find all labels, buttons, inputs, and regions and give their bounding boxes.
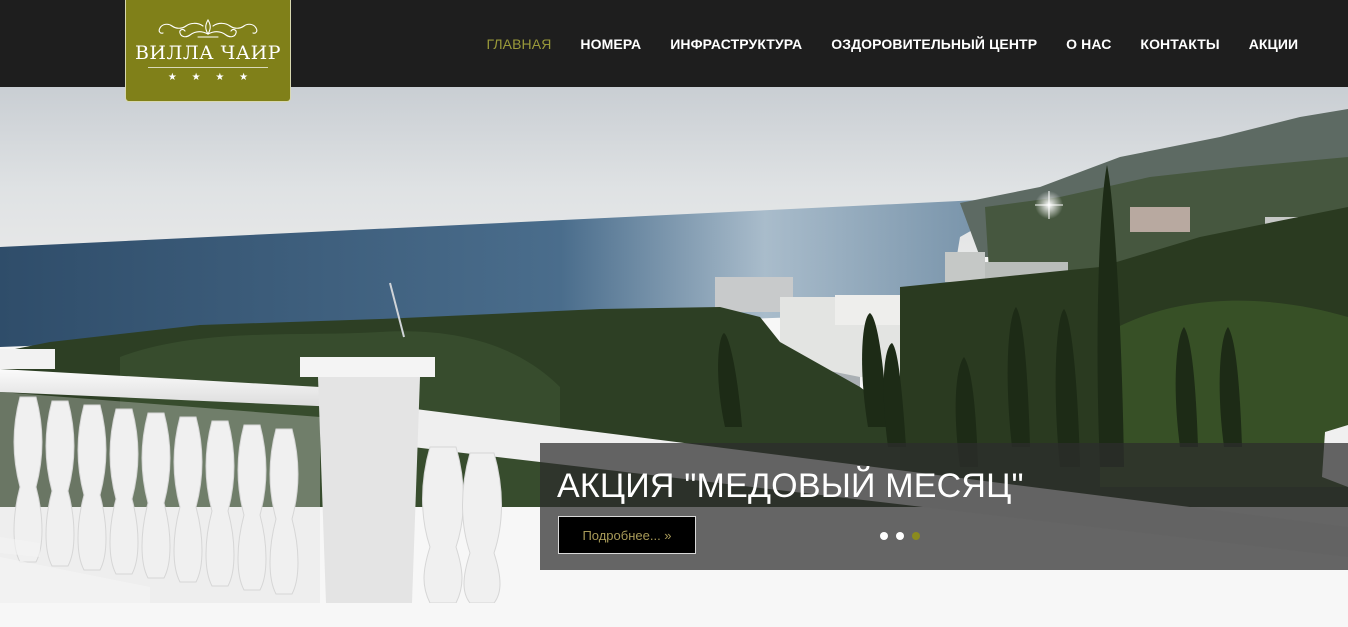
hero-slider: АКЦИЯ "МЕДОВЫЙ МЕСЯЦ" Подробнее... » bbox=[0, 87, 1348, 603]
nav-item-home[interactable]: ГЛАВНАЯ bbox=[472, 36, 566, 52]
slide-dot-2[interactable] bbox=[896, 532, 904, 540]
nav-item-about[interactable]: О НАС bbox=[1052, 36, 1126, 52]
slide-title: АКЦИЯ "МЕДОВЫЙ МЕСЯЦ" bbox=[557, 467, 1024, 505]
site-logo[interactable]: ВИЛЛА ЧАИР ★ ★ ★ ★ bbox=[125, 0, 291, 102]
logo-text: ВИЛЛА ЧАИР bbox=[134, 41, 282, 64]
logo-divider bbox=[148, 66, 268, 68]
content-area bbox=[0, 603, 1348, 627]
nav-item-rooms[interactable]: НОМЕРА bbox=[566, 36, 656, 52]
nav-item-promotions[interactable]: АКЦИИ bbox=[1234, 36, 1313, 52]
slider-pagination bbox=[880, 532, 920, 540]
logo-stars: ★ ★ ★ ★ bbox=[167, 71, 255, 83]
nav-item-contacts[interactable]: КОНТАКТЫ bbox=[1126, 36, 1234, 52]
nav-item-wellness-center[interactable]: ОЗДОРОВИТЕЛЬНЫЙ ЦЕНТР bbox=[817, 36, 1052, 52]
nav-item-infrastructure[interactable]: ИНФРАСТРУКТУРА bbox=[656, 36, 817, 52]
slide-dot-1[interactable] bbox=[880, 532, 888, 540]
ornament-icon bbox=[158, 18, 258, 38]
main-navigation: ГЛАВНАЯ НОМЕРА ИНФРАСТРУКТУРА ОЗДОРОВИТЕ… bbox=[472, 0, 1313, 87]
slide-caption: АКЦИЯ "МЕДОВЫЙ МЕСЯЦ" Подробнее... » bbox=[540, 443, 1348, 570]
more-button[interactable]: Подробнее... » bbox=[558, 516, 696, 554]
slide-dot-3[interactable] bbox=[912, 532, 920, 540]
